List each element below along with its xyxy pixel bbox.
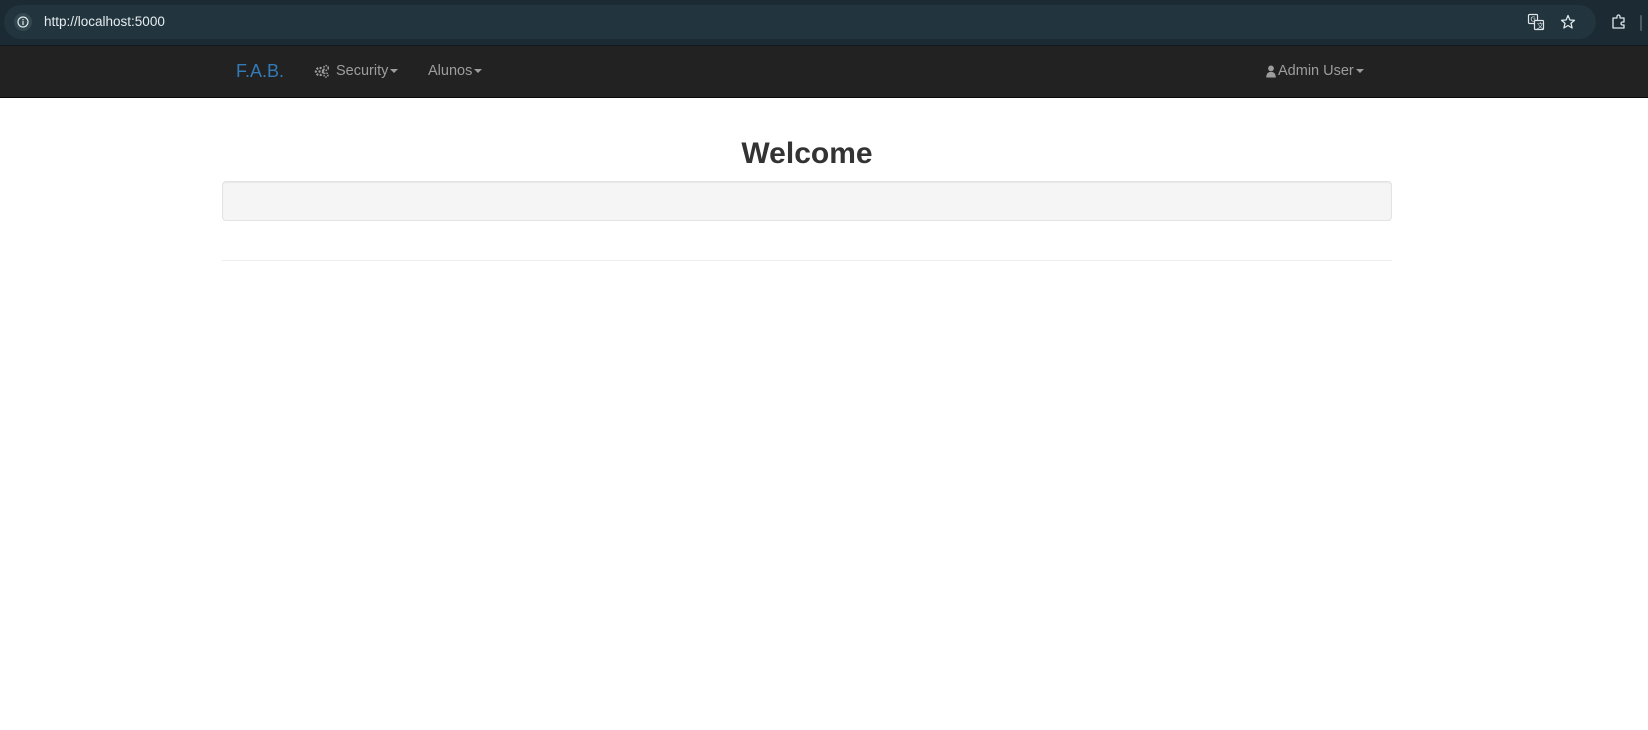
page-title: Welcome xyxy=(741,137,873,170)
star-icon[interactable] xyxy=(1558,12,1578,32)
nav-menu-security[interactable]: Security xyxy=(314,61,399,81)
brand-link[interactable]: F.A.B. xyxy=(236,60,284,82)
top-navbar: F.A.B. Security Alunos Admin User xyxy=(0,46,1648,98)
chevron-down-icon xyxy=(390,69,399,73)
address-bar[interactable]: http://localhost:5000 G 文 xyxy=(4,5,1596,39)
extensions-icon[interactable] xyxy=(1608,11,1630,33)
info-icon[interactable] xyxy=(14,13,32,31)
user-menu[interactable]: Admin User xyxy=(1266,61,1364,81)
user-icon xyxy=(1266,65,1276,78)
content-well xyxy=(222,181,1392,221)
url-text[interactable]: http://localhost:5000 xyxy=(44,13,165,31)
divider xyxy=(222,260,1392,261)
nav-menu-security-label: Security xyxy=(336,63,389,79)
user-menu-label: Admin User xyxy=(1278,63,1354,79)
nav-menu-alunos[interactable]: Alunos xyxy=(428,61,483,81)
svg-text:G: G xyxy=(1530,16,1535,24)
svg-text:文: 文 xyxy=(1537,21,1544,30)
nav-menu-alunos-label: Alunos xyxy=(428,63,473,79)
browser-toolbar: http://localhost:5000 G 文 xyxy=(0,0,1648,46)
window-edge-divider xyxy=(1640,15,1642,31)
translate-icon[interactable]: G 文 xyxy=(1526,12,1546,32)
cogs-icon xyxy=(314,64,330,78)
chevron-down-icon xyxy=(1355,69,1364,73)
chevron-down-icon xyxy=(474,69,483,73)
